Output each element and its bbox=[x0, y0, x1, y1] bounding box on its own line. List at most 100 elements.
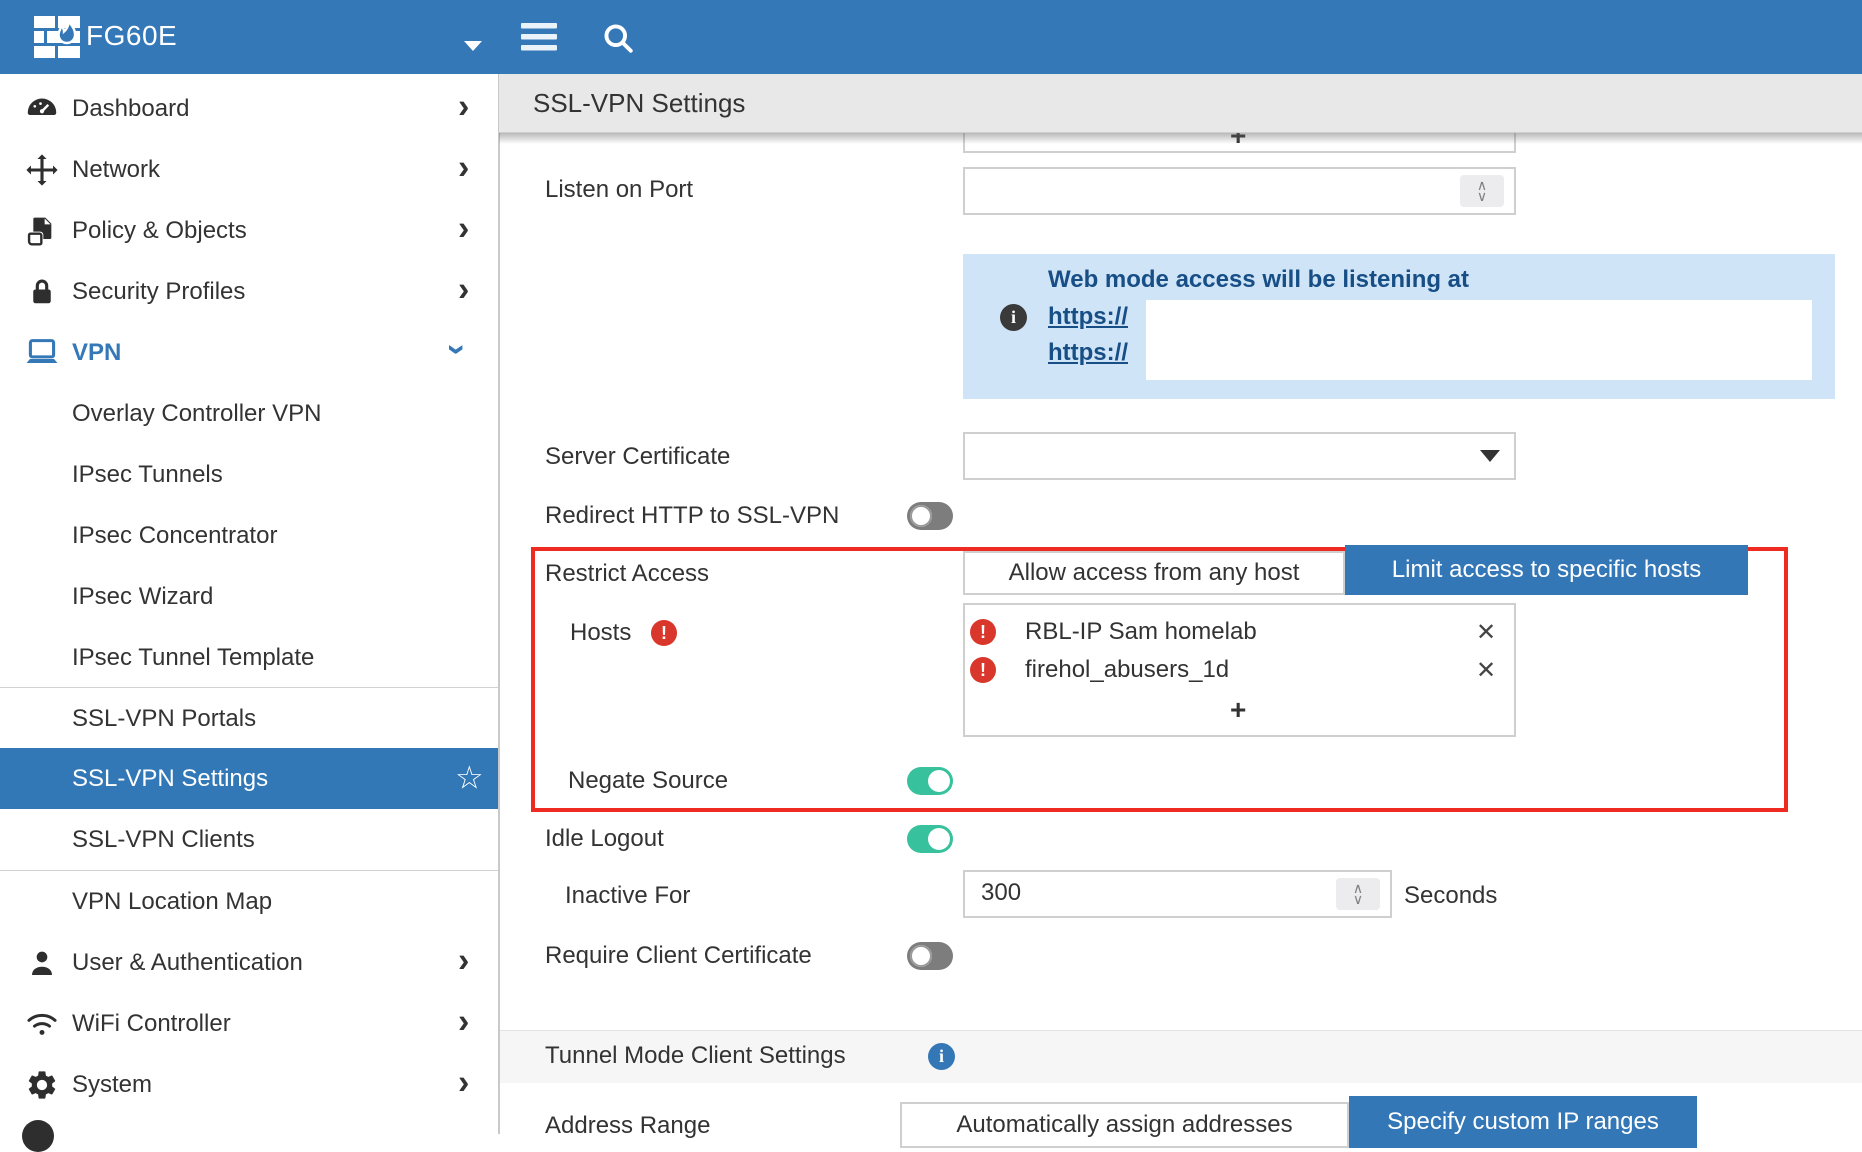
remove-host-icon[interactable] bbox=[1476, 618, 1496, 647]
sidebar-item-ipsec-wizard[interactable]: IPsec Wizard bbox=[0, 566, 498, 627]
sidebar-divider bbox=[0, 870, 498, 871]
server-certificate-dropdown[interactable] bbox=[963, 432, 1516, 480]
idle-logout-label: Idle Logout bbox=[545, 824, 664, 854]
chevron-right-icon bbox=[458, 272, 469, 306]
sidebar-item-security-profiles[interactable]: Security Profiles bbox=[0, 261, 498, 322]
hosts-alert-icon bbox=[651, 620, 677, 646]
laptop-icon bbox=[22, 336, 62, 370]
sidebar-item-vpn[interactable]: VPN bbox=[0, 322, 498, 383]
fortigate-ssl-vpn-settings-page: { "topbar": { "device_name": "FG60E" }, … bbox=[0, 0, 1862, 1134]
chevron-right-icon bbox=[458, 89, 469, 123]
host-alert-icon bbox=[970, 619, 996, 645]
lock-icon bbox=[22, 275, 62, 309]
sidebar-item-label: System bbox=[72, 1071, 152, 1099]
sidebar-item-label: Policy & Objects bbox=[72, 217, 247, 245]
info-icon bbox=[1000, 304, 1027, 331]
sidebar-item-overlay-controller-vpn[interactable]: Overlay Controller VPN bbox=[0, 383, 498, 444]
sidebar-item-ssl-vpn-portals[interactable]: SSL-VPN Portals bbox=[0, 688, 498, 749]
listen-on-port-value[interactable] bbox=[979, 175, 1423, 205]
negate-source-label: Negate Source bbox=[568, 766, 728, 796]
redirect-http-toggle[interactable] bbox=[907, 502, 953, 530]
tunnel-mode-section-title: Tunnel Mode Client Settings bbox=[545, 1041, 846, 1071]
chevron-right-icon bbox=[458, 1065, 469, 1099]
sidebar-item-label: Network bbox=[72, 156, 160, 184]
policy-document-icon bbox=[22, 214, 62, 248]
sidebar-item-network[interactable]: Network bbox=[0, 139, 498, 200]
user-icon bbox=[22, 947, 62, 979]
idle-logout-toggle[interactable] bbox=[907, 825, 953, 853]
header-shadow bbox=[499, 133, 1862, 144]
restrict-access-label: Restrict Access bbox=[545, 559, 709, 589]
network-move-icon bbox=[22, 153, 62, 187]
device-name: FG60E bbox=[86, 20, 177, 52]
sidebar-item-ssl-vpn-clients[interactable]: SSL-VPN Clients bbox=[0, 809, 498, 870]
web-mode-url-link-1[interactable]: https:// bbox=[1048, 303, 1128, 331]
sidebar-item-label: IPsec Tunnels bbox=[72, 461, 223, 489]
sidebar-item-ipsec-tunnels[interactable]: IPsec Tunnels bbox=[0, 444, 498, 505]
require-client-certificate-toggle[interactable] bbox=[907, 942, 953, 970]
inactive-for-stepper[interactable]: ∧ ∨ bbox=[1336, 878, 1380, 910]
sidebar-item-ipsec-concentrator[interactable]: IPsec Concentrator bbox=[0, 505, 498, 566]
search-icon[interactable] bbox=[600, 20, 636, 63]
log-report-icon-partial bbox=[22, 1120, 54, 1152]
chevron-right-icon bbox=[458, 943, 469, 977]
redirect-http-label: Redirect HTTP to SSL-VPN bbox=[545, 501, 839, 531]
gear-icon bbox=[22, 1068, 62, 1102]
chevron-right-icon bbox=[458, 211, 469, 245]
listen-on-port-input[interactable] bbox=[963, 167, 1516, 215]
web-mode-url-link-2[interactable]: https:// bbox=[1048, 339, 1128, 367]
add-host-button[interactable] bbox=[1230, 696, 1246, 724]
hosts-label: Hosts bbox=[570, 618, 631, 648]
sidebar-item-dashboard[interactable]: Dashboard bbox=[0, 78, 498, 139]
menu-toggle-icon[interactable] bbox=[521, 23, 557, 58]
sidebar-item-label: User & Authentication bbox=[72, 949, 303, 977]
address-range-label: Address Range bbox=[545, 1111, 710, 1141]
redacted-url-area bbox=[1146, 300, 1812, 380]
inactive-for-input[interactable] bbox=[963, 870, 1392, 918]
sidebar-item-wifi-controller[interactable]: WiFi Controller bbox=[0, 993, 498, 1054]
require-client-certificate-label: Require Client Certificate bbox=[545, 941, 812, 971]
sidebar-item-label: Dashboard bbox=[72, 95, 189, 123]
stepper-down-icon[interactable]: ∨ bbox=[1353, 894, 1363, 905]
sidebar-divider bbox=[0, 687, 498, 688]
device-menu-caret-icon[interactable] bbox=[462, 31, 484, 59]
host-item[interactable]: RBL-IP Sam homelab bbox=[1025, 617, 1257, 647]
inactive-for-label: Inactive For bbox=[565, 881, 690, 911]
sidebar-item-label: VPN Location Map bbox=[72, 888, 272, 916]
sidebar-item-policy-objects[interactable]: Policy & Objects bbox=[0, 200, 498, 261]
server-certificate-label: Server Certificate bbox=[545, 442, 730, 472]
inactive-for-unit: Seconds bbox=[1404, 881, 1497, 911]
wifi-icon bbox=[22, 1008, 62, 1040]
address-range-option-custom[interactable]: Specify custom IP ranges bbox=[1349, 1096, 1697, 1148]
dropdown-caret-icon[interactable] bbox=[1480, 450, 1500, 462]
negate-source-toggle[interactable] bbox=[907, 767, 953, 795]
sidebar-item-system[interactable]: System bbox=[0, 1054, 498, 1115]
sidebar-item-label: IPsec Wizard bbox=[72, 583, 213, 611]
address-range-option-auto[interactable]: Automatically assign addresses bbox=[900, 1102, 1349, 1148]
restrict-access-option-any[interactable]: Allow access from any host bbox=[963, 551, 1345, 595]
listen-on-port-label: Listen on Port bbox=[545, 175, 693, 205]
page-title: SSL-VPN Settings bbox=[533, 88, 745, 119]
sidebar-item-label: IPsec Tunnel Template bbox=[72, 644, 314, 672]
listen-on-port-stepper[interactable]: ∧ ∨ bbox=[1460, 175, 1504, 207]
sidebar-item-vpn-location-map[interactable]: VPN Location Map bbox=[0, 871, 498, 932]
favorite-star-icon[interactable] bbox=[455, 761, 484, 793]
sidebar-item-label: WiFi Controller bbox=[72, 1010, 231, 1038]
top-bar: FG60E bbox=[0, 0, 1862, 74]
chevron-right-icon bbox=[458, 1004, 469, 1038]
sidebar-item-label: VPN bbox=[72, 339, 121, 367]
sidebar-item-ssl-vpn-settings[interactable]: SSL-VPN Settings bbox=[0, 748, 498, 809]
content-header: SSL-VPN Settings bbox=[499, 74, 1862, 133]
sidebar-item-user-authentication[interactable]: User & Authentication bbox=[0, 932, 498, 993]
stepper-down-icon[interactable]: ∨ bbox=[1477, 191, 1487, 202]
sidebar-item-label: SSL-VPN Portals bbox=[72, 705, 256, 733]
gauge-icon bbox=[22, 91, 62, 127]
inactive-for-value[interactable] bbox=[979, 878, 1303, 908]
restrict-access-option-limit[interactable]: Limit access to specific hosts bbox=[1345, 545, 1748, 595]
sidebar-item-label: Overlay Controller VPN bbox=[72, 400, 321, 428]
tunnel-mode-info-icon[interactable] bbox=[928, 1043, 955, 1070]
sidebar-item-label: IPsec Concentrator bbox=[72, 522, 277, 550]
sidebar-item-ipsec-tunnel-template[interactable]: IPsec Tunnel Template bbox=[0, 627, 498, 688]
remove-host-icon[interactable] bbox=[1476, 656, 1496, 685]
host-item[interactable]: firehol_abusers_1d bbox=[1025, 655, 1229, 685]
